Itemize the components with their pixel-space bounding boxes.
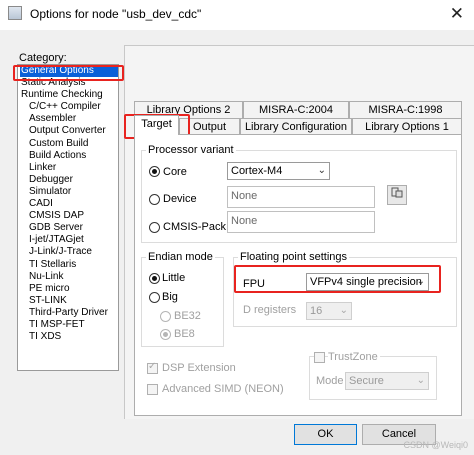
processor-variant-title: Processor variant [146,144,236,156]
category-item-simulator[interactable]: Simulator [18,186,118,198]
category-item-runtime-checking[interactable]: Runtime Checking [18,89,118,101]
device-radio[interactable] [149,194,160,205]
category-item-cmsis-dap[interactable]: CMSIS DAP [18,210,118,222]
category-item-debugger[interactable]: Debugger [18,174,118,186]
tab-output[interactable]: Output [179,118,240,135]
be8-radio[interactable] [160,329,171,340]
floating-point-title: Floating point settings [238,251,350,263]
dsp-extension-label: DSP Extension [162,362,236,374]
trustzone-mode-value: Secure [349,375,384,387]
little-endian-radio[interactable] [149,273,160,284]
core-select-value: Cortex-M4 [231,165,283,177]
category-item-ti-xds[interactable]: TI XDS [18,331,118,343]
be8-label: BE8 [174,328,195,340]
category-item-st-link[interactable]: ST-LINK [18,295,118,307]
d-registers-value: 16 [310,305,323,317]
d-registers-label: D registers [243,304,297,316]
big-endian-radio[interactable] [149,292,160,303]
fpu-select[interactable]: VFPv4 single precision ⌄ [306,273,429,291]
cmsis-pack-radio[interactable] [149,222,160,233]
category-item-build-actions[interactable]: Build Actions [18,150,118,162]
category-item-pe-micro[interactable]: PE micro [18,283,118,295]
tab-misra-c-1998[interactable]: MISRA-C:1998 [349,101,462,118]
category-item-ti-stellaris[interactable]: TI Stellaris [18,259,118,271]
device-field[interactable]: None [227,186,375,208]
category-item-static-analysis[interactable]: Static Analysis [18,77,118,89]
category-list[interactable]: General Options Static Analysis Runtime Ch… [17,64,119,371]
big-endian-label: Big [162,291,178,303]
tab-library-configuration[interactable]: Library Configuration [240,118,352,135]
category-item-cadi[interactable]: CADI [18,198,118,210]
category-item-c-c-compiler[interactable]: C/C++ Compiler [18,101,118,113]
title-bar: Options for node "usb_dev_cdc" ✕ [0,0,474,30]
category-item-custom-build[interactable]: Custom Build [18,138,118,150]
category-item-general-options[interactable]: General Options [20,65,118,78]
tab-library-options-1[interactable]: Library Options 1 [352,118,462,135]
cmsis-pack-field[interactable]: None [227,211,375,233]
device-label: Device [163,193,197,205]
tab-misra-c-2004[interactable]: MISRA-C:2004 [243,101,349,118]
core-select[interactable]: Cortex-M4 ⌄ [227,162,330,180]
category-item-nu-link[interactable]: Nu-Link [18,271,118,283]
fpu-select-value: VFPv4 single precision [310,276,422,288]
trustzone-mode-select[interactable]: Secure ⌄ [345,372,429,390]
category-item-linker[interactable]: Linker [18,162,118,174]
trustzone-label: TrustZone [328,351,380,363]
chevron-down-icon: ⌄ [317,165,326,176]
category-item-ti-msp-fet[interactable]: TI MSP-FET [18,319,118,331]
category-item-output-converter[interactable]: Output Converter [18,125,118,137]
mode-label: Mode [316,375,344,387]
fpu-label: FPU [243,278,265,290]
be32-label: BE32 [174,310,201,322]
device-browse-icon [391,187,403,198]
d-registers-select[interactable]: 16 ⌄ [306,302,352,320]
advanced-simd-checkbox[interactable] [147,384,158,395]
category-item-j-link-j-trace[interactable]: J-Link/J-Trace [18,246,118,258]
close-icon[interactable]: ✕ [450,4,464,24]
device-select-button[interactable] [387,185,407,205]
advanced-simd-label: Advanced SIMD (NEON) [162,383,284,395]
watermark: CSDN @Weiqi0 [403,440,469,450]
cmsis-pack-label: CMSIS-Pack [163,221,226,233]
category-label: Category: [19,52,67,64]
category-item-i-jet-jtagjet[interactable]: I-jet/JTAGjet [18,234,118,246]
core-label: Core [163,166,187,178]
dsp-extension-checkbox[interactable] [147,361,158,374]
tab-target[interactable]: Target [134,115,179,135]
category-item-assembler[interactable]: Assembler [18,113,118,125]
category-item-third-party-driver[interactable]: Third-Party Driver [18,307,118,319]
little-endian-label: Little [162,272,186,284]
be32-radio[interactable] [160,311,171,322]
chevron-down-icon: ⌄ [339,305,348,316]
chevron-down-icon: ⌄ [416,276,425,287]
options-dialog: Options for node "usb_dev_cdc" ✕ Categor… [0,0,474,455]
app-icon [8,6,22,20]
category-item-gdb-server[interactable]: GDB Server [18,222,118,234]
ok-button[interactable]: OK [294,424,357,445]
chevron-down-icon: ⌄ [416,375,425,386]
core-radio[interactable] [149,166,160,177]
endian-mode-title: Endian mode [146,251,215,263]
window-title: Options for node "usb_dev_cdc" [30,7,202,21]
trustzone-checkbox[interactable] [314,352,325,363]
